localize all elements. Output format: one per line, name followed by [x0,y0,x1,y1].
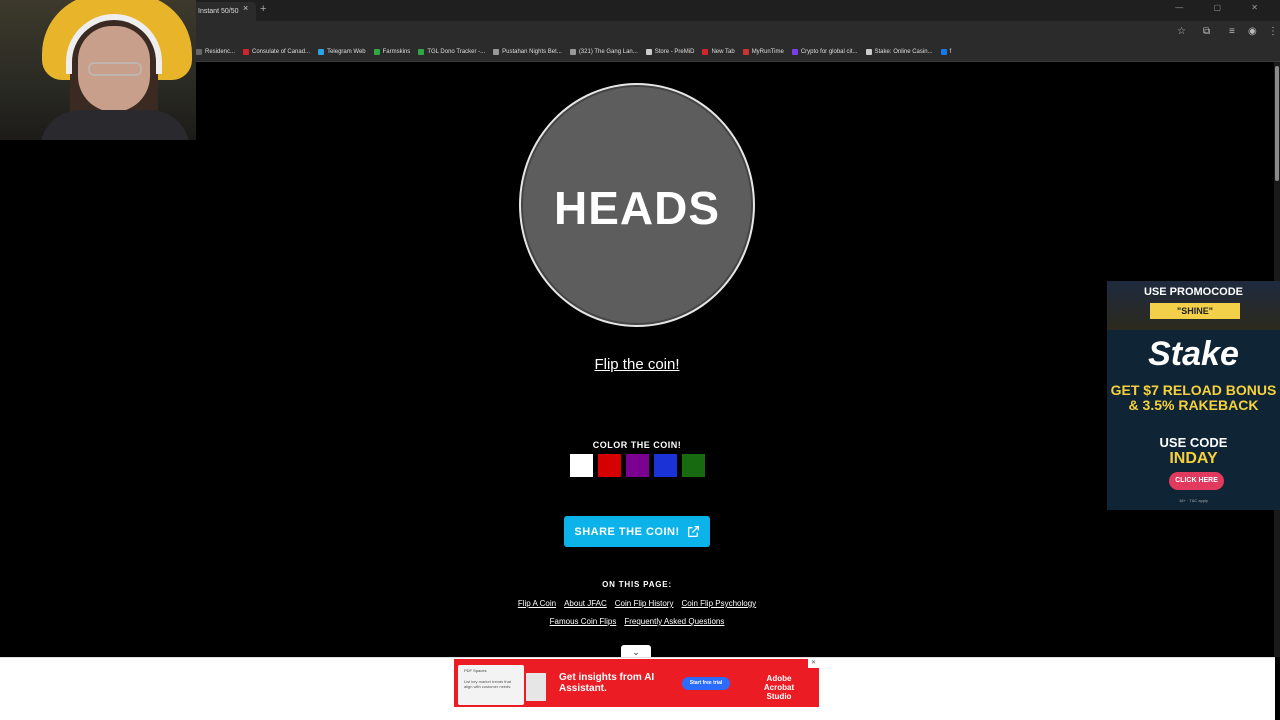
adobe-ad-headline: Get insights from AI Assistant. [559,672,655,694]
bookmark-label: Store - PreMiD [654,49,695,55]
bookmark-item[interactable]: f [940,49,952,55]
bookmark-label: MyRunTime [751,49,784,55]
bookmark-item[interactable]: Stake: Online Casin... [865,49,933,55]
bookmark-favicon-icon [645,49,652,55]
page-link-about-jfac[interactable]: About JFAC [564,599,607,608]
swatch-blue[interactable] [654,454,677,477]
bookmark-favicon-icon [373,49,380,55]
bookmark-item[interactable]: Residenc... [196,49,235,55]
tab-title: Instant 50/50 [198,8,239,15]
bookmark-star-icon[interactable]: ☆ [1177,26,1186,37]
bookmark-item[interactable]: Consulate of Canad... [243,49,310,55]
bookmark-favicon-icon [196,49,202,55]
bookmark-item[interactable]: New Tab [702,49,735,55]
page-link-coin-flip-history[interactable]: Coin Flip History [615,599,674,608]
bookmark-item[interactable]: (321) The Gang Lan... [569,49,638,55]
stake-use-code-label: USE CODE [1159,435,1228,450]
profile-icon[interactable]: ◉ [1248,26,1257,37]
extensions-icon[interactable]: ⧉ [1203,26,1210,37]
bookmark-favicon-icon [493,49,500,55]
bookmark-label: New Tab [711,49,735,55]
window-controls[interactable]: — ▢ ✕ [1175,3,1272,12]
ad-close-icon[interactable]: ✕ [808,659,819,668]
webcam-overlay [0,0,196,140]
scrollbar-thumb[interactable] [1275,66,1279,181]
bookmark-label: f [949,49,952,55]
color-the-coin-label: COLOR THE COIN! [592,440,682,450]
tab-close-icon[interactable]: × [243,3,248,13]
bookmark-label: Stake: Online Casin... [874,49,933,55]
external-link-icon [687,525,699,538]
bookmark-label: Consulate of Canad... [252,49,311,55]
stake-click-here-button[interactable]: CLICK HERE [1169,472,1224,490]
webcam-shirt [40,110,190,140]
stake-ad[interactable]: USE PROMOCODE "SHINE" Stake GET $7 RELOA… [1107,281,1280,510]
bookmark-item[interactable]: MyRunTime [742,49,784,55]
bookmark-label: Residenc... [205,49,236,55]
swatch-white[interactable] [570,454,593,477]
webcam-glasses [88,62,142,76]
page-link-frequently-asked-questions[interactable]: Frequently Asked Questions [624,617,724,626]
bookmark-favicon-icon [865,49,872,55]
stake-promo-code: "SHINE" [1150,303,1240,319]
page-link-coin-flip-psychology[interactable]: Coin Flip Psychology [681,599,756,608]
swatch-green[interactable] [682,454,705,477]
bookmark-favicon-icon [791,49,798,55]
on-this-page-label: ON THIS PAGE: [602,580,672,589]
new-tab-icon[interactable]: + [260,3,266,15]
color-swatches [570,454,705,477]
stake-logo: Stake [1148,335,1239,373]
adobe-ad-thumbnail: PDF Spaces List key market trends that a… [458,665,524,705]
screen: Instant 50/50 × + — ▢ ✕ ☆ ⧉ ≡ ◉ ⋮ Reside… [0,0,1280,720]
bookmark-label: Farmskins [382,49,411,55]
adobe-ad[interactable]: PDF Spaces List key market trends that a… [454,659,819,707]
coin-face-text: HEADS [553,182,721,234]
bookmark-label: (321) The Gang Lan... [578,49,638,55]
menu-kebab-icon[interactable]: ⋮ [1268,26,1278,37]
bookmark-item[interactable]: Telegram Web [318,49,366,55]
page-links-row-1: Flip A Coin About JFAC Coin Flip History Co… [400,599,874,608]
flip-coin-link[interactable]: Flip the coin! [537,356,737,373]
adobe-brand: Adobe Acrobat Studio [763,674,795,701]
bookmark-item[interactable]: Pustahan Nights Bet... [493,49,562,55]
stake-fine-print: 18+ · T&C apply [1179,498,1208,503]
bookmark-favicon-icon [702,49,709,55]
share-coin-button[interactable]: SHARE THE COIN! [564,516,710,547]
bookmark-favicon-icon [243,49,250,55]
bookmark-item[interactable]: Crypto for global cit... [791,49,858,55]
swatch-purple[interactable] [626,454,649,477]
bookmark-favicon-icon [418,49,425,55]
bookmark-favicon-icon [940,49,947,55]
bookmark-item[interactable]: Store - PreMiD [645,49,695,55]
bookmark-item[interactable]: Farmskins [373,49,411,55]
page-link-famous-coin-flips[interactable]: Famous Coin Flips [550,617,617,626]
stake-code: INDAY [1169,450,1218,467]
bookmark-favicon-icon [742,49,749,55]
adobe-thumb-label: PDF Spaces [464,668,487,673]
swatch-red[interactable] [598,454,621,477]
stake-promo-line: USE PROMOCODE [1143,286,1243,298]
bookmark-item[interactable]: TGL Dono Tracker -... [418,49,485,55]
bookmark-label: Telegram Web [327,49,366,55]
bookmark-label: Pustahan Nights Bet... [502,49,562,55]
share-button-label: SHARE THE COIN! [574,525,680,538]
bookmark-label: Crypto for global cit... [800,49,858,55]
bookmark-favicon-icon [569,49,576,55]
adobe-thumb-text: List key market trends that align with c… [464,679,512,689]
adobe-start-trial-button[interactable]: Start free trial [682,677,730,690]
adobe-ad-thumbnail-2 [526,673,546,701]
page-link-flip-a-coin[interactable]: Flip A Coin [518,599,556,608]
page-links-row-2: Famous Coin Flips Frequently Asked Questi… [400,617,874,626]
stake-bonus-text: GET $7 RELOAD BONUS & 3.5% RAKEBACK [1110,382,1277,413]
bookmark-favicon-icon [318,49,325,55]
media-icon[interactable]: ≡ [1229,26,1235,37]
bookmark-label: TGL Dono Tracker -... [427,49,486,55]
coin[interactable]: HEADS [519,83,755,327]
